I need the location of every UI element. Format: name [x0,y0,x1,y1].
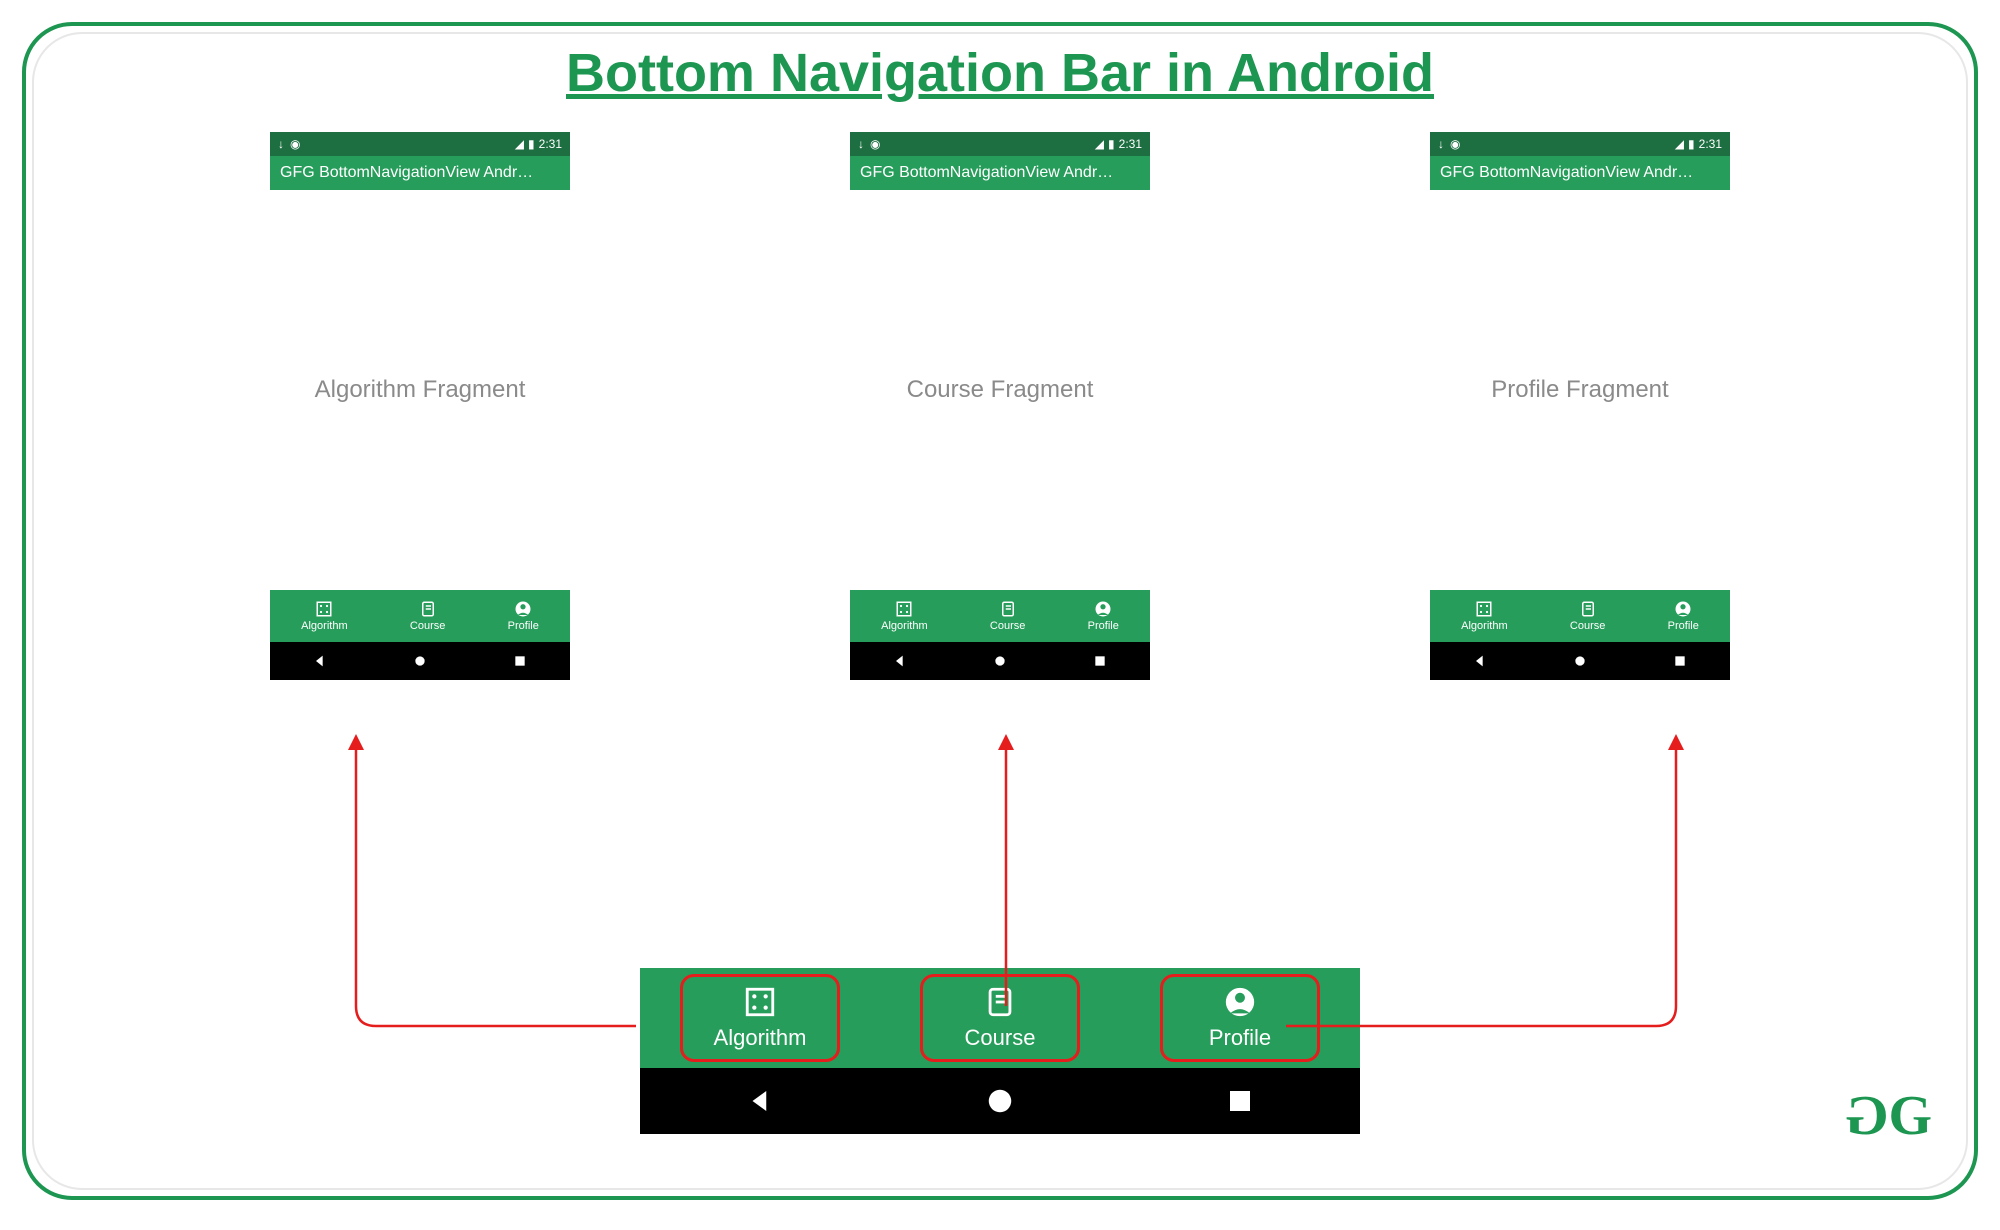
app-bar-title: GFG BottomNavigationView Andr… [270,156,570,190]
circle-icon: ◉ [1450,137,1460,151]
app-bar-title: GFG BottomNavigationView Andr… [850,156,1150,190]
book-icon [419,600,437,618]
app-bar-title: GFG BottomNavigationView Andr… [1430,156,1730,190]
nav-item-course[interactable]: Course [410,600,445,632]
status-bar: ↓ ◉ ◢ ▮ 2:31 [1430,132,1730,156]
download-icon: ↓ [278,137,284,151]
big-nav-label: Course [965,1025,1036,1051]
nav-item-algorithm[interactable]: Algorithm [301,600,347,632]
nav-label: Course [1570,620,1605,632]
gfg-logo: GG [1851,1084,1926,1148]
back-icon[interactable] [312,653,328,669]
home-icon[interactable] [985,1086,1015,1116]
fragment-label: Profile Fragment [1430,190,1730,590]
battery-icon: ▮ [1108,137,1115,151]
nav-item-profile[interactable]: Profile [1668,600,1699,632]
signal-icon: ◢ [515,137,524,151]
arrow-algorithm [286,726,706,1046]
phones-row: ↓ ◉ ◢ ▮ 2:31 GFG BottomNavigationView An… [26,132,1974,680]
signal-icon: ◢ [1095,137,1104,151]
status-time: 2:31 [539,137,562,151]
circle-icon: ◉ [290,137,300,151]
nav-label: Profile [508,620,539,632]
nav-label: Course [410,620,445,632]
person-icon [1674,600,1692,618]
diagram-frame: Bottom Navigation Bar in Android ↓ ◉ ◢ ▮… [22,22,1978,1200]
fragment-label: Course Fragment [850,190,1150,590]
status-time: 2:31 [1699,137,1722,151]
arrow-profile [1256,726,1756,1046]
status-bar: ↓ ◉ ◢ ▮ 2:31 [270,132,570,156]
fragment-label: Algorithm Fragment [270,190,570,590]
grid-icon [315,600,333,618]
nav-label: Course [990,620,1025,632]
home-icon[interactable] [992,653,1008,669]
system-nav [270,642,570,680]
nav-label: Profile [1668,620,1699,632]
nav-label: Algorithm [881,620,927,632]
book-icon [1579,600,1597,618]
nav-item-profile[interactable]: Profile [1088,600,1119,632]
system-nav [1430,642,1730,680]
recent-icon[interactable] [1225,1086,1255,1116]
circle-icon: ◉ [870,137,880,151]
person-icon [1223,985,1257,1019]
page-title: Bottom Navigation Bar in Android [26,42,1974,104]
person-icon [1094,600,1112,618]
nav-label: Profile [1088,620,1119,632]
home-icon[interactable] [412,653,428,669]
book-icon [999,600,1017,618]
system-nav [850,642,1150,680]
person-icon [514,600,532,618]
big-system-nav [640,1068,1360,1134]
recent-icon[interactable] [1092,653,1108,669]
download-icon: ↓ [1438,137,1444,151]
bottom-nav: Algorithm Course Profile [850,590,1150,642]
arrow-course [946,726,1066,1026]
phone-algorithm: ↓ ◉ ◢ ▮ 2:31 GFG BottomNavigationView An… [270,132,570,680]
grid-icon [895,600,913,618]
grid-icon [1475,600,1493,618]
recent-icon[interactable] [512,653,528,669]
nav-item-course[interactable]: Course [990,600,1025,632]
nav-item-algorithm[interactable]: Algorithm [881,600,927,632]
status-time: 2:31 [1119,137,1142,151]
battery-icon: ▮ [1688,137,1695,151]
battery-icon: ▮ [528,137,535,151]
nav-item-algorithm[interactable]: Algorithm [1461,600,1507,632]
home-icon[interactable] [1572,653,1588,669]
signal-icon: ◢ [1675,137,1684,151]
grid-icon [743,985,777,1019]
nav-label: Algorithm [301,620,347,632]
recent-icon[interactable] [1672,653,1688,669]
nav-item-course[interactable]: Course [1570,600,1605,632]
back-icon[interactable] [1472,653,1488,669]
nav-item-profile[interactable]: Profile [508,600,539,632]
download-icon: ↓ [858,137,864,151]
bottom-nav: Algorithm Course Profile [1430,590,1730,642]
back-icon[interactable] [745,1086,775,1116]
phone-profile: ↓ ◉ ◢ ▮ 2:31 GFG BottomNavigationView An… [1430,132,1730,680]
status-bar: ↓ ◉ ◢ ▮ 2:31 [850,132,1150,156]
bottom-nav: Algorithm Course Profile [270,590,570,642]
nav-label: Algorithm [1461,620,1507,632]
phone-course: ↓ ◉ ◢ ▮ 2:31 GFG BottomNavigationView An… [850,132,1150,680]
back-icon[interactable] [892,653,908,669]
big-nav-label: Algorithm [714,1025,807,1051]
